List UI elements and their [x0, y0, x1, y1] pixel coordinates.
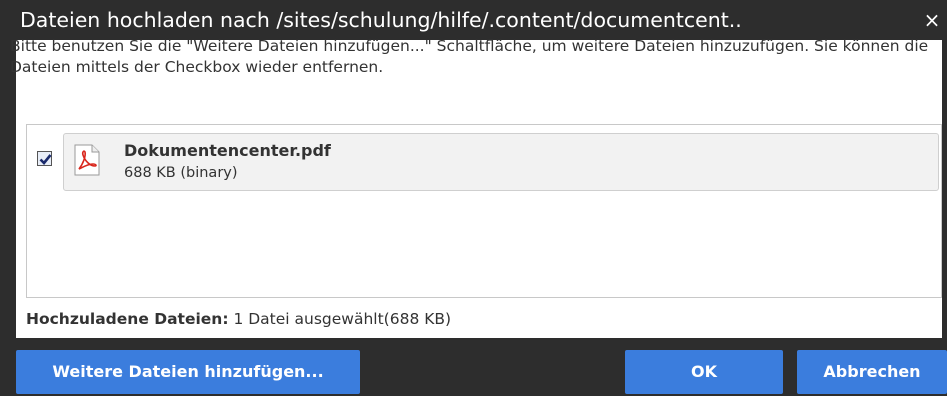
summary-value: 1 Datei ausgewählt(688 KB) — [228, 310, 452, 328]
dialog-frame-edge — [942, 40, 947, 338]
file-name: Dokumentencenter.pdf — [124, 141, 331, 160]
upload-summary: Hochzuladene Dateien: 1 Datei ausgewählt… — [26, 310, 451, 328]
cancel-button[interactable]: Abbrechen — [797, 350, 947, 394]
checkmark-icon — [39, 154, 52, 165]
file-list: Dokumentencenter.pdf 688 KB (binary) — [26, 124, 942, 298]
dialog-titlebar: Dateien hochladen nach /sites/schulung/h… — [0, 0, 947, 40]
dialog-title: Dateien hochladen nach /sites/schulung/h… — [20, 8, 742, 32]
close-icon[interactable]: × — [922, 0, 942, 40]
file-checkbox[interactable] — [37, 151, 52, 166]
summary-label: Hochzuladene Dateien: — [26, 310, 229, 328]
upload-dialog: Dateien hochladen nach /sites/schulung/h… — [0, 0, 947, 396]
pdf-icon — [74, 144, 100, 176]
add-more-files-button[interactable]: Weitere Dateien hinzufügen... — [16, 350, 360, 394]
ok-button[interactable]: OK — [625, 350, 783, 394]
instructions-text: Bitte benutzen Sie die "Weitere Dateien … — [10, 37, 929, 76]
list-item[interactable]: Dokumentencenter.pdf 688 KB (binary) — [63, 133, 939, 191]
file-size: 688 KB (binary) — [124, 165, 238, 181]
